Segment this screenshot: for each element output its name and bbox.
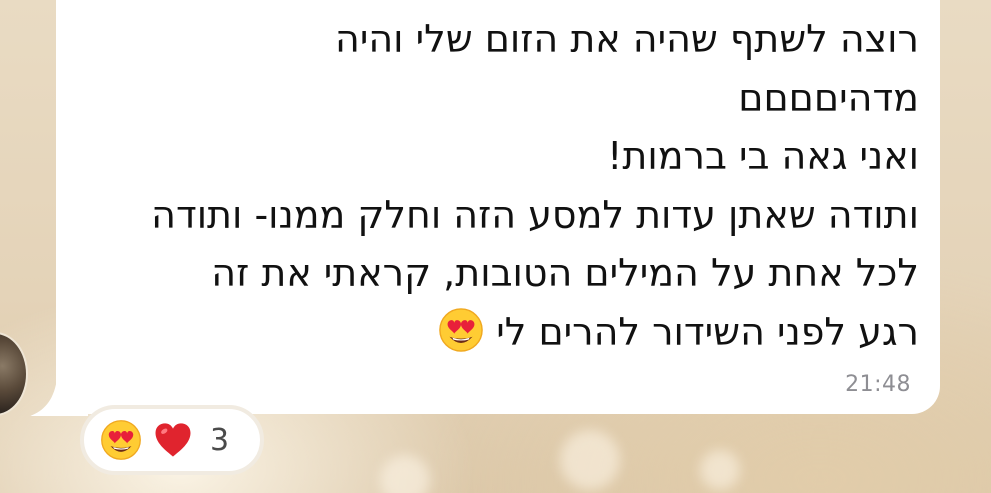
message-line: רגע לפני השידור להרים לי (496, 309, 919, 354)
message-line-last: רגע לפני השידור להרים לי (69, 303, 919, 362)
message-timestamp: 21:48 (845, 372, 911, 397)
message-line: רוצה לשתף שהיה את הזום שלי והיה (335, 17, 919, 61)
message-line: מדהיםםםם (738, 75, 919, 120)
heart-eyes-icon (439, 307, 483, 352)
background-bokeh (560, 430, 620, 490)
message-line: ואני גאה בי ברמות! (607, 134, 919, 178)
reactions-pill[interactable]: 3 (80, 405, 264, 475)
message-line: לכל אחת על המילים הטובות, קראתי את זה (211, 251, 919, 295)
heart-eyes-icon (101, 420, 141, 460)
message-text: רוצה לשתף שהיה את הזום שלי והיה מדהיםםםם… (69, 10, 919, 361)
background-bokeh (380, 455, 430, 493)
message-line: ותודה שאתן עדות למסע הזה וחלק ממנו- ותוד… (151, 192, 919, 237)
red-heart-icon (155, 423, 191, 457)
sender-avatar[interactable] (0, 332, 28, 416)
reaction-count: 3 (210, 422, 230, 458)
background-bokeh (700, 450, 740, 490)
